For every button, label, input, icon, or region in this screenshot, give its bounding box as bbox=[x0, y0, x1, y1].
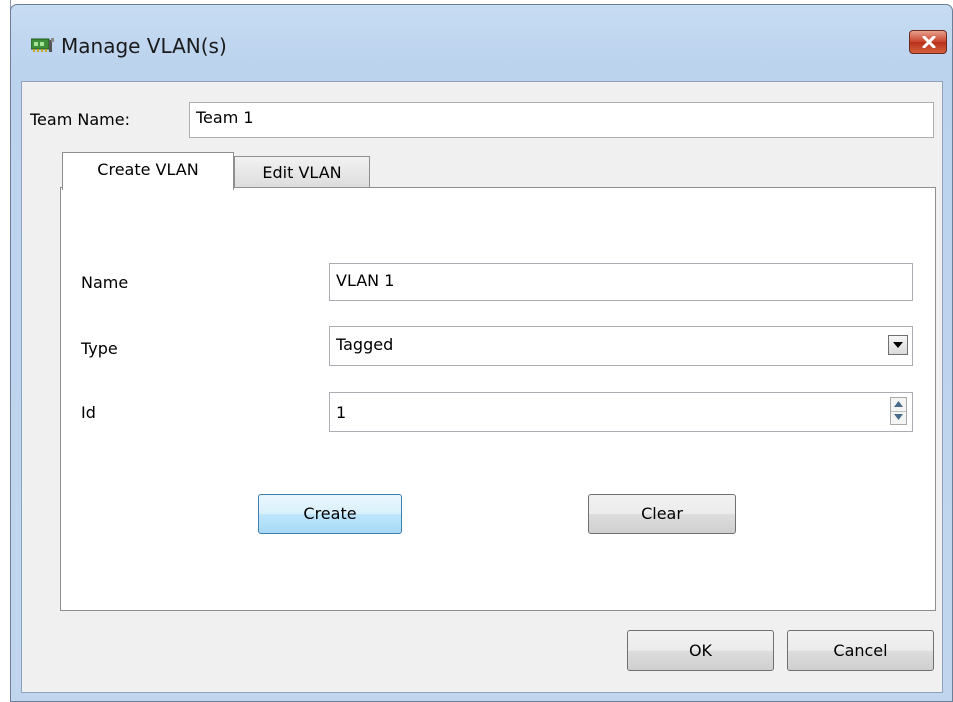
create-vlan-panel: Name VLAN 1 Type Tagged Id 1 Create Clea… bbox=[60, 187, 936, 611]
spin-down-button[interactable] bbox=[891, 411, 906, 424]
tab-create-vlan[interactable]: Create VLAN bbox=[62, 152, 234, 190]
id-label: Id bbox=[81, 403, 96, 422]
chevron-down-icon bbox=[893, 342, 903, 348]
cancel-button[interactable]: Cancel bbox=[787, 630, 934, 671]
arrow-down-icon bbox=[894, 414, 903, 420]
vlan-type-value: Tagged bbox=[336, 335, 394, 354]
spin-up-button[interactable] bbox=[891, 398, 906, 412]
title-bar[interactable]: Manage VLAN(s) bbox=[11, 5, 952, 83]
team-name-label: Team Name: bbox=[30, 110, 130, 129]
create-button[interactable]: Create bbox=[258, 494, 402, 534]
dialog-client-area: Team Name: Team 1 Create VLAN Edit VLAN … bbox=[21, 81, 943, 693]
close-icon bbox=[922, 36, 936, 48]
manage-vlan-dialog: Manage VLAN(s) Team Name: Team 1 Create … bbox=[10, 4, 953, 702]
id-spinner[interactable] bbox=[890, 397, 907, 425]
network-card-icon bbox=[30, 37, 55, 53]
ok-button[interactable]: OK bbox=[627, 630, 774, 671]
close-button[interactable] bbox=[909, 30, 947, 54]
dropdown-button[interactable] bbox=[888, 335, 908, 355]
vlan-id-value: 1 bbox=[336, 403, 347, 422]
window-title: Manage VLAN(s) bbox=[61, 34, 227, 58]
vlan-type-select[interactable]: Tagged bbox=[329, 326, 913, 366]
clear-button[interactable]: Clear bbox=[588, 494, 736, 534]
arrow-up-icon bbox=[894, 401, 903, 407]
tab-edit-vlan[interactable]: Edit VLAN bbox=[234, 156, 370, 188]
type-label: Type bbox=[81, 339, 118, 358]
team-name-input[interactable]: Team 1 bbox=[189, 102, 934, 138]
name-label: Name bbox=[81, 273, 129, 292]
vlan-id-stepper[interactable]: 1 bbox=[329, 392, 913, 432]
vlan-name-input[interactable]: VLAN 1 bbox=[329, 263, 913, 301]
